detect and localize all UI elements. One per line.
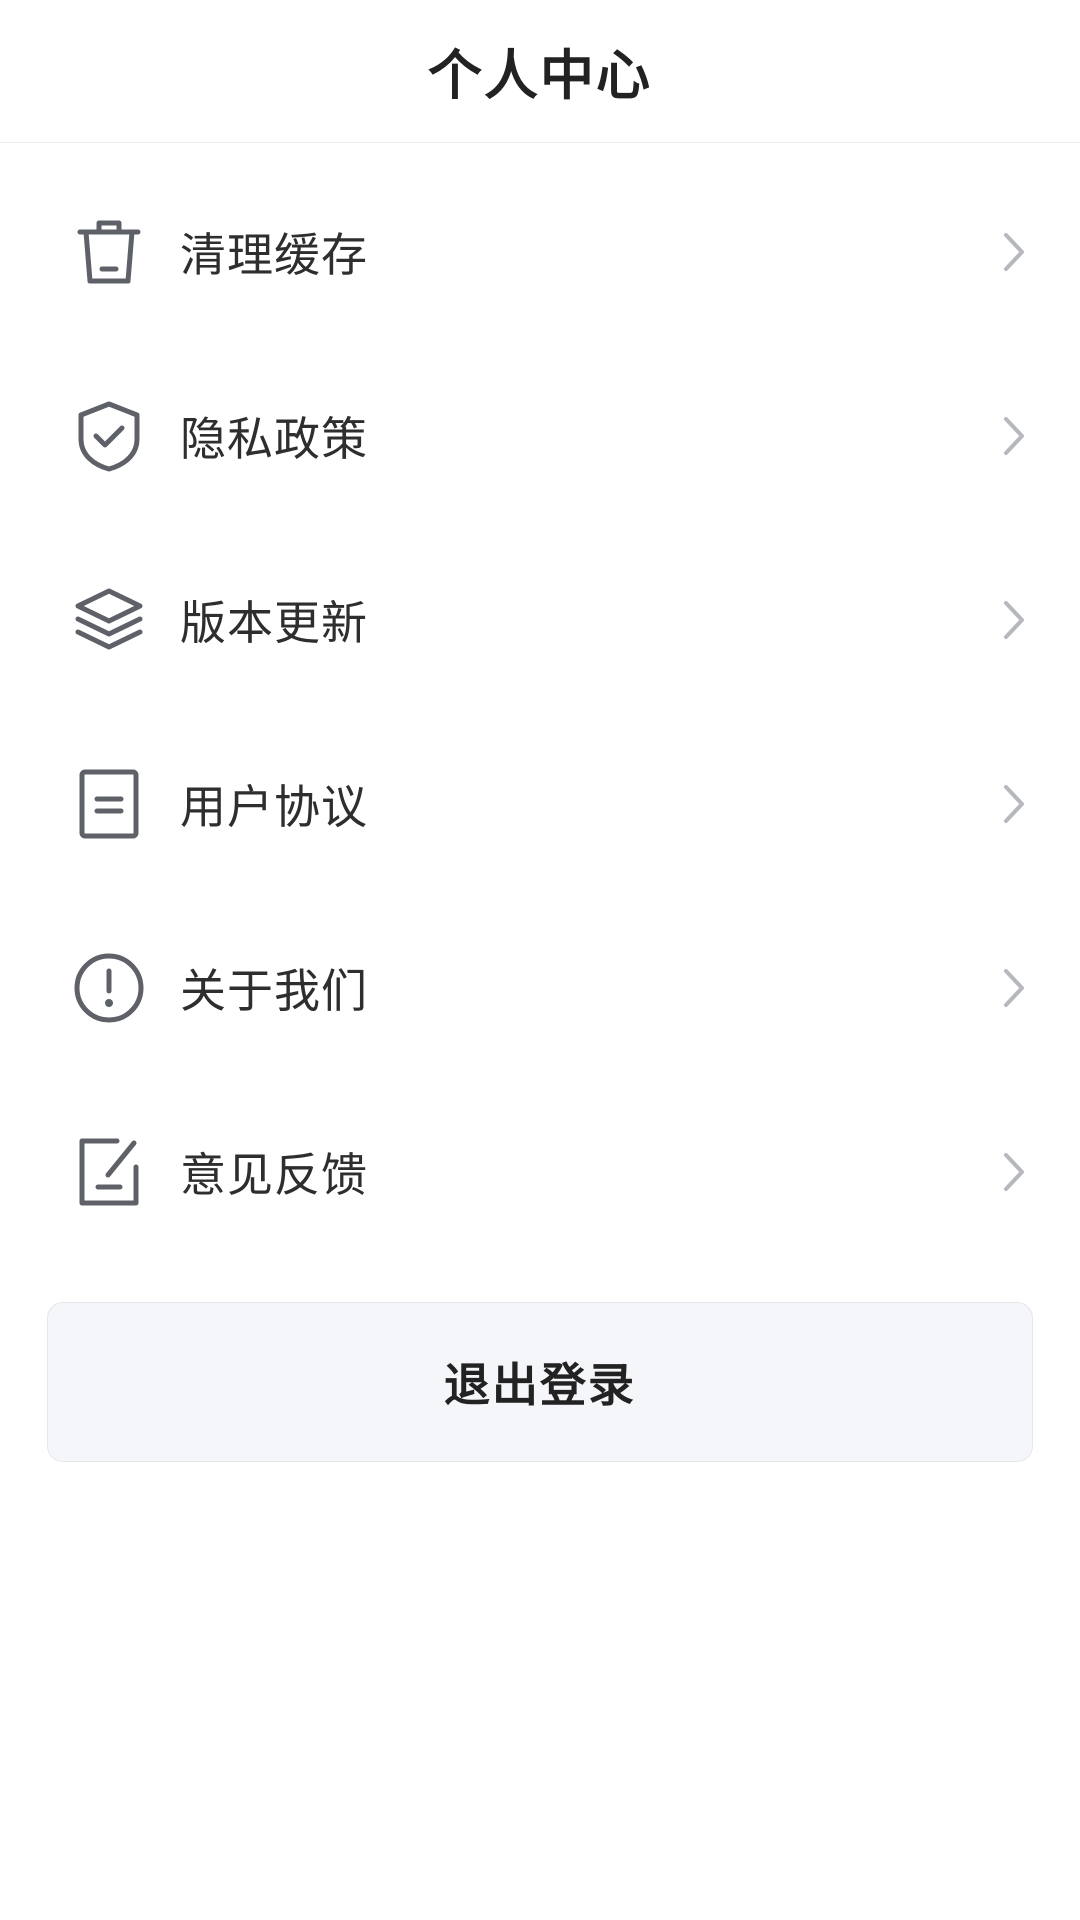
page-header: 个人中心: [0, 0, 1080, 143]
chevron-right-icon: [998, 1149, 1030, 1195]
edit-note-icon: [72, 1135, 146, 1209]
menu-item-privacy-policy[interactable]: 隐私政策: [0, 344, 1080, 528]
document-icon: [72, 767, 146, 841]
layers-icon: [72, 583, 146, 657]
menu-item-label: 版本更新: [180, 596, 368, 650]
menu-item-label: 隐私政策: [180, 412, 368, 466]
menu-item-about-us[interactable]: 关于我们: [0, 896, 1080, 1080]
shield-check-icon: [72, 399, 146, 473]
settings-menu: 清理缓存 隐私政策 版本更新 用户协议 关于我们 意见反馈: [0, 160, 1080, 1264]
menu-item-user-agreement[interactable]: 用户协议: [0, 712, 1080, 896]
menu-item-version-update[interactable]: 版本更新: [0, 528, 1080, 712]
logout-button[interactable]: 退出登录: [47, 1302, 1033, 1462]
menu-item-clear-cache[interactable]: 清理缓存: [0, 160, 1080, 344]
chevron-right-icon: [998, 965, 1030, 1011]
page-title: 个人中心: [428, 43, 652, 107]
menu-item-label: 清理缓存: [180, 228, 368, 282]
menu-item-feedback[interactable]: 意见反馈: [0, 1080, 1080, 1264]
info-circle-icon: [72, 951, 146, 1025]
chevron-right-icon: [998, 413, 1030, 459]
logout-label: 退出登录: [444, 1358, 636, 1412]
menu-item-label: 用户协议: [180, 780, 368, 834]
menu-item-label: 意见反馈: [180, 1148, 368, 1202]
menu-item-label: 关于我们: [180, 964, 368, 1018]
trash-icon: [72, 215, 146, 289]
chevron-right-icon: [998, 229, 1030, 275]
chevron-right-icon: [998, 781, 1030, 827]
chevron-right-icon: [998, 597, 1030, 643]
